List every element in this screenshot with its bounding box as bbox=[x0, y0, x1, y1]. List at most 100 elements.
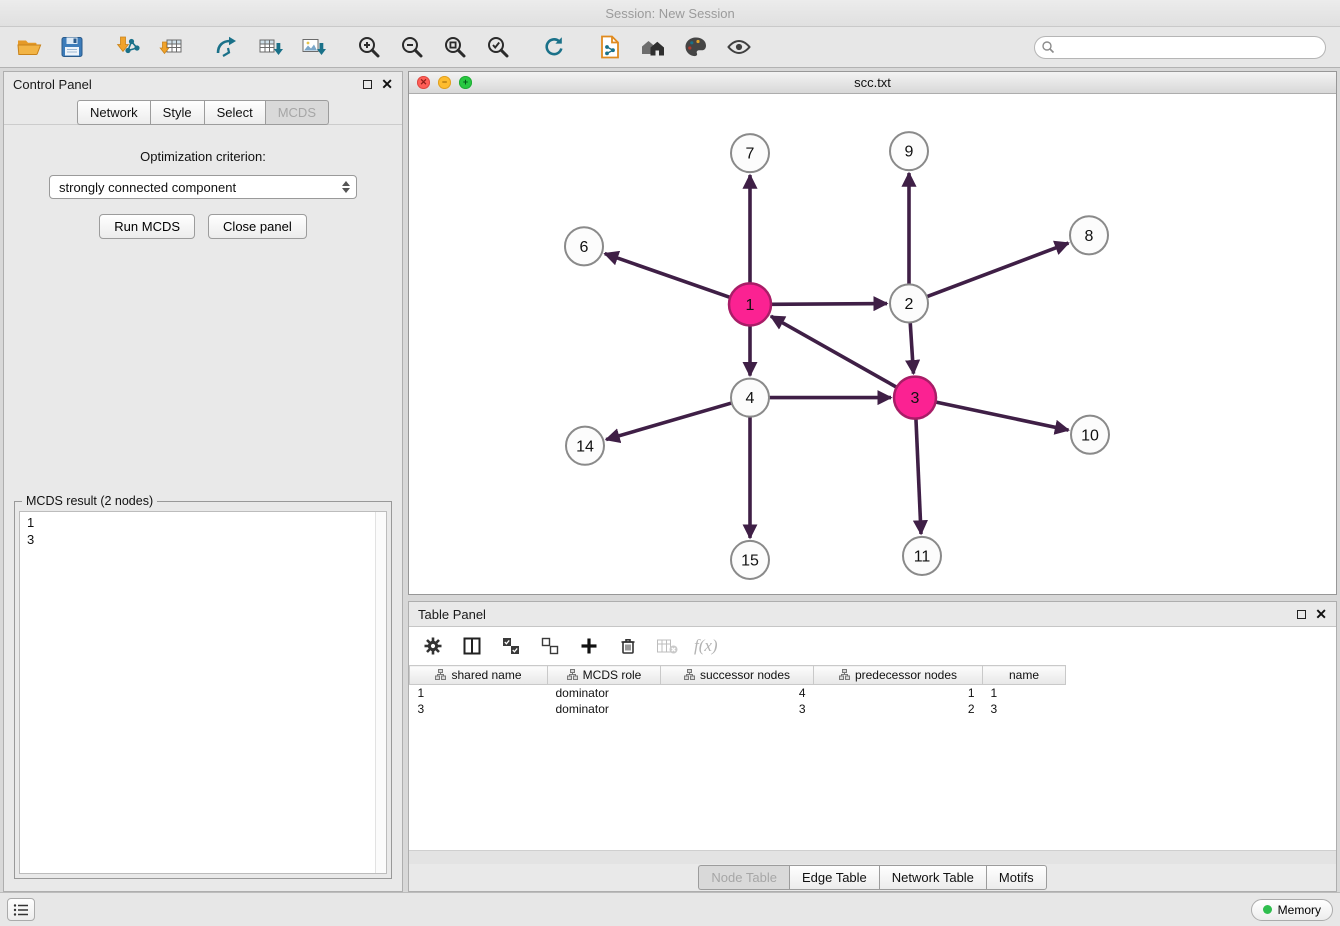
run-mcds-button[interactable]: Run MCDS bbox=[99, 214, 195, 239]
table-header-row: shared name MCDS role successor nodes bbox=[410, 666, 1066, 685]
network-window: scc.txt ✕ − + 7968124314101511 bbox=[408, 71, 1337, 595]
node-9[interactable]: 9 bbox=[890, 132, 928, 170]
window-titlebar: Session: New Session bbox=[0, 0, 1340, 27]
window-minimize-button[interactable]: − bbox=[438, 76, 451, 89]
svg-text:8: 8 bbox=[1085, 228, 1094, 245]
node-3[interactable]: 3 bbox=[894, 377, 936, 419]
node-6[interactable]: 6 bbox=[565, 227, 603, 265]
float-panel-button[interactable] bbox=[363, 80, 372, 89]
new-table-button[interactable] bbox=[255, 32, 285, 62]
zoom-in-icon bbox=[356, 34, 382, 60]
task-history-button[interactable] bbox=[7, 898, 35, 921]
mcds-result-textarea[interactable]: 1 3 bbox=[19, 511, 387, 874]
show-hide-button[interactable] bbox=[724, 32, 754, 62]
memory-status-dot bbox=[1263, 905, 1272, 914]
style-button[interactable] bbox=[681, 32, 711, 62]
edge-3-1[interactable] bbox=[771, 316, 897, 387]
search-input[interactable] bbox=[1034, 36, 1326, 59]
tab-mcds[interactable]: MCDS bbox=[265, 100, 329, 125]
column-header-mcds-role[interactable]: MCDS role bbox=[548, 666, 661, 685]
zoom-out-button[interactable] bbox=[397, 32, 427, 62]
close-table-panel-button[interactable]: ✕ bbox=[1315, 607, 1327, 621]
node-11[interactable]: 11 bbox=[903, 537, 941, 575]
column-header-name[interactable]: name bbox=[983, 666, 1066, 685]
node-4[interactable]: 4 bbox=[731, 379, 769, 417]
new-network-button[interactable] bbox=[212, 32, 242, 62]
column-header-shared-name[interactable]: shared name bbox=[410, 666, 548, 685]
network-graph[interactable]: 7 9 6 8 1 2 4 3 14 10 15 11 bbox=[409, 94, 1336, 594]
node-15[interactable]: 15 bbox=[731, 541, 769, 579]
table-row[interactable]: 1 dominator 4 1 1 bbox=[410, 685, 1066, 702]
image-arrow-icon bbox=[300, 34, 326, 60]
node-10[interactable]: 10 bbox=[1071, 416, 1109, 454]
node-7[interactable]: 7 bbox=[731, 134, 769, 172]
column-type-icon bbox=[435, 669, 446, 680]
close-panel-button[interactable]: ✕ bbox=[381, 77, 393, 91]
dropdown-stepper-icon bbox=[342, 181, 350, 193]
import-table-button[interactable] bbox=[156, 32, 186, 62]
first-neighbors-button[interactable] bbox=[638, 32, 668, 62]
tab-motifs[interactable]: Motifs bbox=[986, 865, 1047, 890]
tab-edge-table[interactable]: Edge Table bbox=[789, 865, 879, 890]
task-list-icon bbox=[13, 903, 29, 917]
window-maximize-button[interactable]: + bbox=[459, 76, 472, 89]
zoom-selected-button[interactable] bbox=[483, 32, 513, 62]
show-columns-button[interactable] bbox=[460, 634, 484, 658]
memory-button[interactable]: Memory bbox=[1251, 899, 1333, 921]
edge-1-2[interactable] bbox=[771, 304, 887, 305]
column-header-successor-nodes[interactable]: successor nodes bbox=[661, 666, 814, 685]
svg-text:14: 14 bbox=[576, 438, 594, 455]
table-panel-body: f(x) shared name MCDS bbox=[409, 626, 1336, 864]
edge-2-3[interactable] bbox=[910, 322, 913, 373]
table-settings-button[interactable] bbox=[421, 634, 445, 658]
zoom-in-button[interactable] bbox=[354, 32, 384, 62]
edge-1-6[interactable] bbox=[605, 254, 730, 298]
table-panel-header: Table Panel ✕ bbox=[409, 602, 1336, 626]
import-network-button[interactable] bbox=[113, 32, 143, 62]
tab-network[interactable]: Network bbox=[77, 100, 150, 125]
float-table-panel-button[interactable] bbox=[1297, 610, 1306, 619]
result-scrollbar[interactable] bbox=[375, 512, 386, 873]
node-1[interactable]: 1 bbox=[729, 283, 771, 325]
node-14[interactable]: 14 bbox=[566, 427, 604, 465]
export-image-button[interactable] bbox=[298, 32, 328, 62]
refresh-button[interactable] bbox=[539, 32, 569, 62]
control-panel-tabs: Network Style Select MCDS bbox=[4, 100, 402, 125]
network-canvas[interactable]: 7 9 6 8 1 2 4 3 14 10 15 11 bbox=[409, 94, 1336, 594]
zoom-fit-button[interactable] bbox=[440, 32, 470, 62]
select-all-button[interactable] bbox=[499, 634, 523, 658]
close-panel-action-button[interactable]: Close panel bbox=[208, 214, 307, 239]
edge-2-8[interactable] bbox=[927, 243, 1069, 297]
delete-row-button[interactable] bbox=[616, 634, 640, 658]
palette-icon bbox=[683, 34, 709, 60]
svg-text:6: 6 bbox=[580, 239, 589, 256]
table-panel: Table Panel ✕ bbox=[408, 601, 1337, 892]
svg-text:15: 15 bbox=[741, 553, 759, 570]
criterion-dropdown[interactable]: strongly connected component bbox=[49, 175, 357, 199]
svg-text:9: 9 bbox=[905, 144, 914, 161]
tab-node-table[interactable]: Node Table bbox=[698, 865, 789, 890]
session-group bbox=[14, 32, 87, 62]
window-close-button[interactable]: ✕ bbox=[417, 76, 430, 89]
svg-text:7: 7 bbox=[746, 146, 755, 163]
control-panel-title: Control Panel bbox=[13, 77, 92, 92]
node-8[interactable]: 8 bbox=[1070, 216, 1108, 254]
svg-text:11: 11 bbox=[914, 549, 931, 566]
unselect-all-button[interactable] bbox=[538, 634, 562, 658]
edge-3-10[interactable] bbox=[936, 402, 1069, 430]
eye-icon bbox=[726, 34, 752, 60]
tab-select[interactable]: Select bbox=[204, 100, 265, 125]
table-scrollbar-strip[interactable] bbox=[409, 850, 1336, 864]
table-row[interactable]: 3 dominator 3 2 3 bbox=[410, 701, 1066, 717]
window-title: Session: New Session bbox=[605, 6, 734, 21]
tab-style[interactable]: Style bbox=[150, 100, 204, 125]
edge-3-11[interactable] bbox=[916, 419, 921, 534]
edge-4-14[interactable] bbox=[606, 403, 732, 440]
column-header-predecessor-nodes[interactable]: predecessor nodes bbox=[814, 666, 983, 685]
node-2[interactable]: 2 bbox=[890, 284, 928, 322]
add-row-button[interactable] bbox=[577, 634, 601, 658]
save-session-button[interactable] bbox=[57, 32, 87, 62]
network-file-button[interactable] bbox=[595, 32, 625, 62]
open-session-button[interactable] bbox=[14, 32, 44, 62]
tab-network-table[interactable]: Network Table bbox=[879, 865, 986, 890]
